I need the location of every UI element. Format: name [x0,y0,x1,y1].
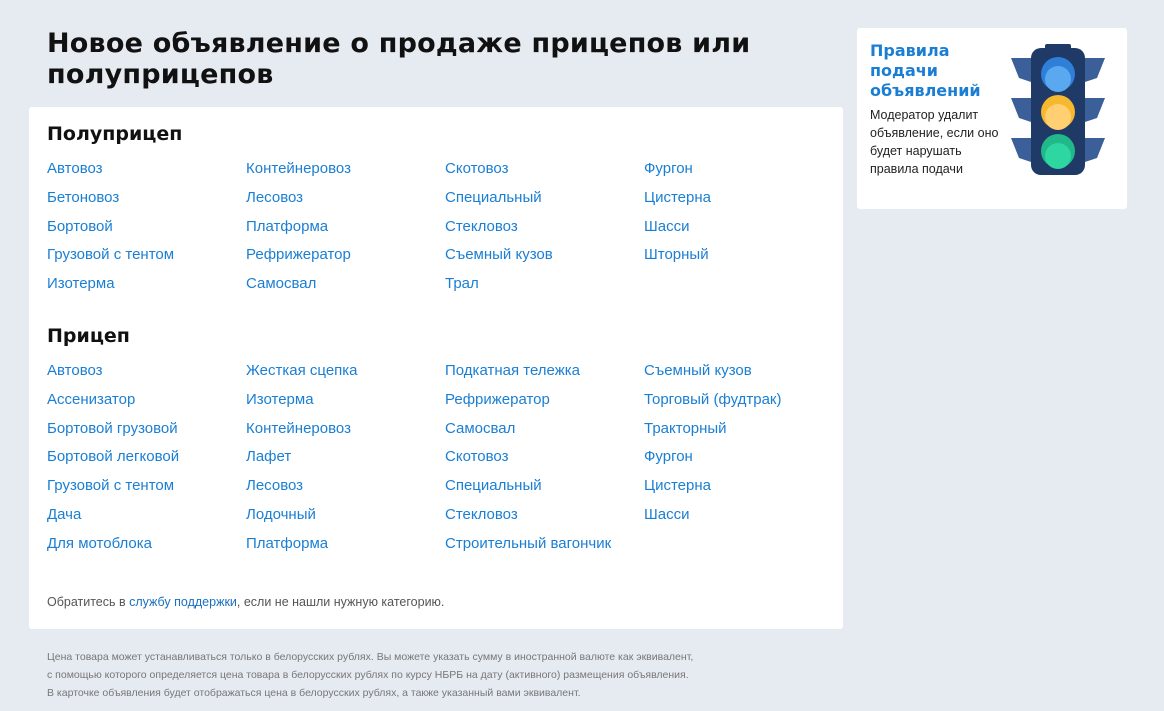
traffic-light-wings-right [1085,58,1105,162]
semitrailer-category-link[interactable]: Специальный [445,188,644,217]
semitrailer-category-link[interactable]: Контейнеровоз [246,159,445,188]
support-note-before: Обратитесь в [47,595,130,609]
trailer-category-link[interactable]: Тракторный [644,419,843,448]
trailer-category-link[interactable]: Скотовоз [445,447,644,476]
section-title-semitrailer: Полуприцеп [47,123,183,145]
trailer-category-link[interactable]: Съемный кузов [644,361,843,390]
rules-title-link[interactable]: Правила подачи объявлений [870,41,1000,101]
footer-line-1: Цена товара может устанавливаться только… [47,651,694,663]
semitrailer-category-link[interactable]: Цистерна [644,188,843,217]
semitrailer-category-link[interactable]: Изотерма [47,274,246,303]
semitrailer-category-link[interactable]: Шторный [644,245,843,274]
semitrailer-category-link[interactable]: Скотовоз [445,159,644,188]
rules-card: Правила подачи объявлений Модератор удал… [857,28,1127,209]
trailer-category-link[interactable]: Торговый (фудтрак) [644,390,843,419]
semitrailer-category-link[interactable]: Лесовоз [246,188,445,217]
trailer-category-link[interactable]: Лесовоз [246,476,445,505]
semitrailer-category-link[interactable]: Самосвал [246,274,445,303]
semitrailer-category-link[interactable]: Платформа [246,217,445,246]
semitrailer-category-link[interactable]: Фургон [644,159,843,188]
trailer-category-link[interactable]: Бортовой грузовой [47,419,246,448]
semitrailer-category-link[interactable]: Бетоновоз [47,188,246,217]
trailer-category-link[interactable]: Ассенизатор [47,390,246,419]
trailer-category-link[interactable]: Стекловоз [445,505,644,534]
trailer-category-link[interactable]: Жесткая сцепка [246,361,445,390]
trailer-category-link[interactable]: Изотерма [246,390,445,419]
trailer-category-link[interactable]: Дача [47,505,246,534]
trailer-category-link[interactable]: Платформа [246,534,445,563]
trailer-category-link[interactable]: Для мотоблока [47,534,246,563]
trailer-category-link[interactable]: Шасси [644,505,843,534]
trailer-category-link[interactable]: Лодочный [246,505,445,534]
trailer-category-link[interactable]: Цистерна [644,476,843,505]
page-title: Новое объявление о продаже прицепов или … [47,28,751,90]
trailer-category-link[interactable]: Грузовой с тентом [47,476,246,505]
semitrailer-category-link[interactable]: Трал [445,274,644,303]
trailer-category-link[interactable]: Строительный вагончик [445,534,644,563]
footer-line-2: с помощью которого определяется цена тов… [47,669,689,681]
trailer-links: Автовоз Ассенизатор Бортовой грузовой Борто… [47,361,837,563]
trailer-category-link[interactable]: Бортовой легковой [47,447,246,476]
footer-line-3: В карточке объявления будет отображаться… [47,687,581,699]
support-note: Обратитесь в службу поддержки, если не н… [47,595,444,609]
trailer-category-link[interactable]: Автовоз [47,361,246,390]
trailer-category-link[interactable]: Лафет [246,447,445,476]
support-link[interactable]: службу поддержки [129,595,237,609]
trailer-category-link[interactable]: Контейнеровоз [246,419,445,448]
trailer-category-link[interactable]: Подкатная тележка [445,361,644,390]
semitrailer-category-link[interactable]: Грузовой с тентом [47,245,246,274]
rules-text: Модератор удалит объявление, если оно бу… [870,108,999,176]
category-card: Полуприцеп Автовоз Бетоновоз Бортовой Грузо… [29,107,843,629]
footer-note: Цена товара может устанавливаться только… [47,648,747,702]
section-title-trailer: Прицеп [47,325,130,347]
traffic-light-icon [1011,44,1105,175]
semitrailer-category-link[interactable]: Стекловоз [445,217,644,246]
trailer-category-link[interactable]: Фургон [644,447,843,476]
trailer-category-link[interactable]: Самосвал [445,419,644,448]
support-note-after: , если не нашли нужную категорию. [236,595,445,609]
traffic-light-wings-left [1011,58,1031,162]
semitrailer-links: Автовоз Бетоновоз Бортовой Грузовой с тенто… [47,159,837,303]
semitrailer-category-link[interactable]: Бортовой [47,217,246,246]
trailer-category-link[interactable]: Рефрижератор [445,390,644,419]
semitrailer-category-link[interactable]: Автовоз [47,159,246,188]
semitrailer-category-link[interactable]: Рефрижератор [246,245,445,274]
semitrailer-category-link[interactable]: Съемный кузов [445,245,644,274]
semitrailer-category-link[interactable]: Шасси [644,217,843,246]
trailer-category-link[interactable]: Специальный [445,476,644,505]
